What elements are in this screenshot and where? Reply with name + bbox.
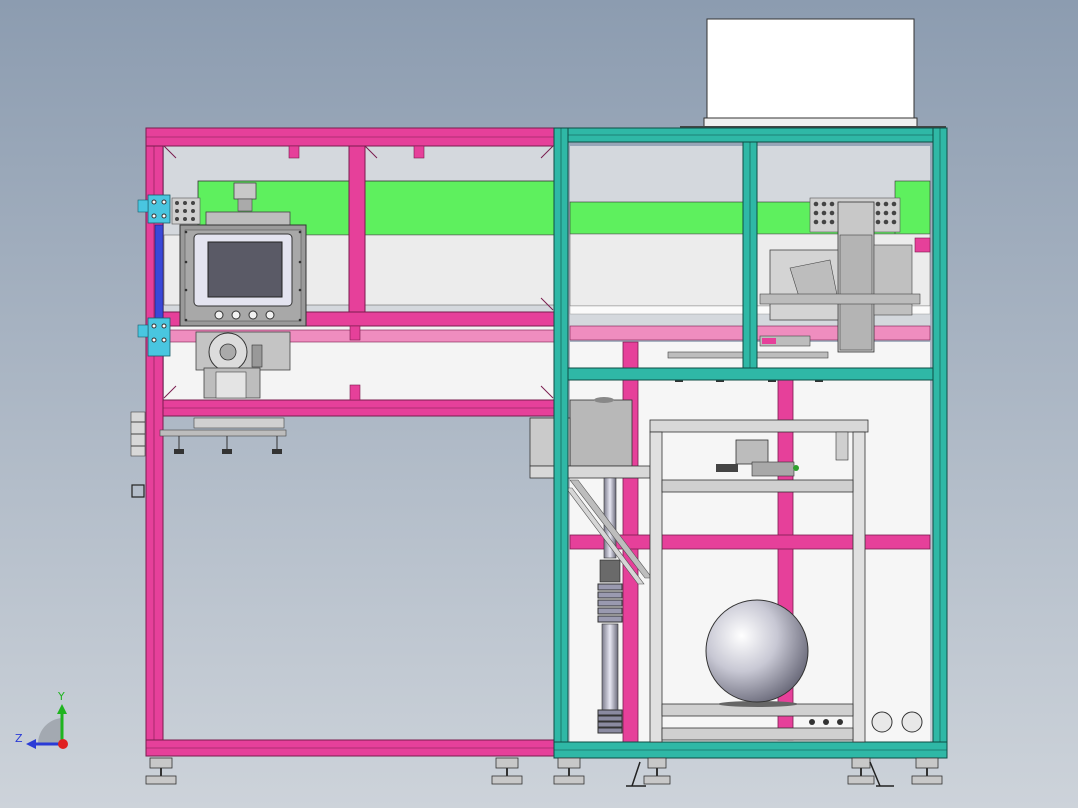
cad-viewport[interactable]: Y Z	[0, 0, 1078, 808]
y-axis-label: Y	[57, 690, 65, 703]
hmi-button-3[interactable]	[248, 310, 258, 320]
hmi-button-2[interactable]	[231, 310, 241, 320]
hmi-screen[interactable]	[207, 241, 283, 298]
top-hood-box[interactable]	[680, 18, 946, 130]
perforated-plate-left	[171, 197, 201, 225]
machine-assembly-drawing[interactable]: Y Z	[0, 0, 1078, 808]
x-axis-dot	[58, 739, 68, 749]
hmi-control-panel[interactable]	[179, 224, 307, 327]
hmi-button-4[interactable]	[265, 310, 275, 320]
z-axis-label: Z	[15, 732, 23, 745]
hmi-button-1[interactable]	[214, 310, 224, 320]
